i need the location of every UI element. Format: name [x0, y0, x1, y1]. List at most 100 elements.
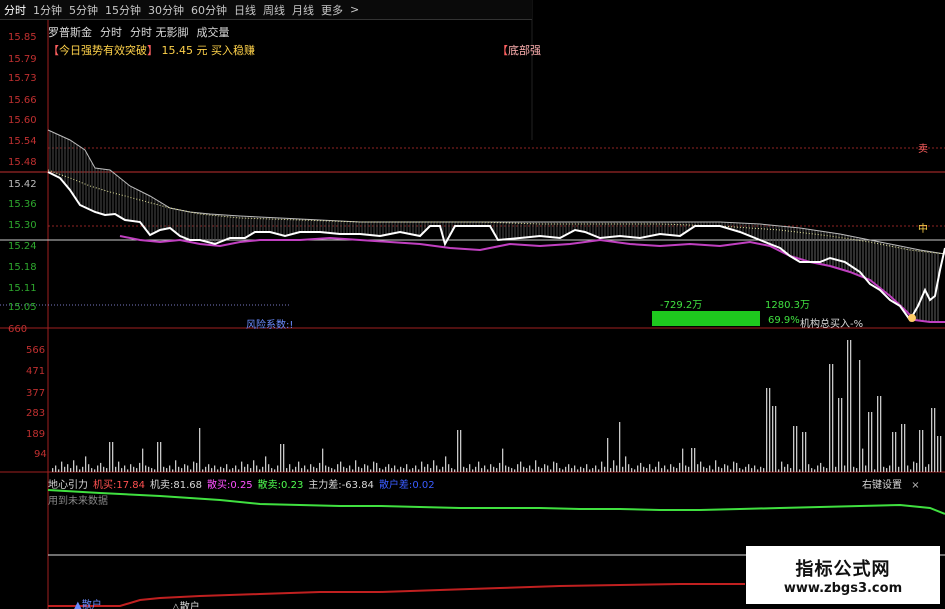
volume-bar [874, 469, 876, 472]
volume-bar [322, 448, 324, 472]
volume-bar [760, 466, 762, 472]
volume-bar [385, 466, 387, 472]
tab-1min[interactable]: 1分钟 [33, 2, 62, 18]
indicator-legend: 地心引力 机买:17.84 机卖:81.68 散买:0.25 散卖:0.23 主… [48, 476, 435, 491]
volume-bar [664, 465, 666, 472]
volume-bar [928, 464, 930, 472]
tab-30min[interactable]: 30分钟 [148, 2, 184, 18]
volume-bar [580, 466, 582, 472]
tab-5min[interactable]: 5分钟 [69, 2, 98, 18]
volume-bar [781, 461, 783, 472]
volume-bar [274, 469, 276, 472]
main-diff-label: 主力差: [308, 480, 342, 491]
volume-bar [589, 469, 591, 472]
subheader-item-volume[interactable]: 成交量 [197, 24, 230, 40]
volume-bar [319, 462, 321, 472]
volume-bar [841, 398, 843, 472]
volume-bar [358, 466, 360, 472]
volume-bar [346, 468, 348, 472]
volume-bar [865, 465, 867, 472]
retail-buy-label: 散买: [207, 480, 231, 491]
volume-bar [763, 468, 765, 472]
volume-bar [175, 460, 177, 472]
volume-bar [700, 461, 702, 472]
volume-bar [796, 426, 798, 472]
tab-monthly[interactable]: 月线 [292, 2, 314, 18]
volume-bar [682, 448, 684, 472]
volume-bar [892, 432, 894, 472]
volume-bar [640, 462, 642, 472]
volume-bar [517, 464, 519, 472]
tab-daily[interactable]: 日线 [234, 2, 256, 18]
volume-bar [577, 469, 579, 472]
volume-bar [85, 456, 87, 472]
volume-bar [298, 461, 300, 472]
volume-bar [838, 398, 840, 472]
volume-bar [559, 468, 561, 472]
volume-bar [58, 469, 60, 472]
volume-bar [226, 464, 228, 472]
volume-bar [181, 468, 183, 472]
subheader-item-indicator[interactable]: 分时 无影脚 [130, 24, 189, 40]
volume-bar [415, 465, 417, 472]
retail-sell-value: 0.23 [281, 480, 304, 491]
tab-15min[interactable]: 15分钟 [105, 2, 141, 18]
volume-bar [613, 460, 615, 472]
volume-bar [769, 388, 771, 472]
volume-bar [340, 461, 342, 472]
volume-bar [373, 461, 375, 472]
future-data-note: 用到未来数据 [48, 496, 108, 507]
indicator-item-inst-sell: 机卖:81.68 [150, 476, 202, 491]
signal-price-text: 15.45 元 买入稳赚 [161, 44, 255, 57]
volume-bar [526, 468, 528, 472]
chevron-right-icon[interactable]: > [350, 3, 359, 16]
inst-sell-value: 81.68 [173, 480, 203, 491]
tab-weekly[interactable]: 周线 [263, 2, 285, 18]
volume-bar [115, 466, 117, 472]
volume-bar [445, 456, 447, 472]
volume-bar [877, 396, 879, 472]
price-tick: 15.73 [8, 73, 37, 84]
volume-bar [325, 465, 327, 472]
tab-more[interactable]: 更多 [321, 2, 343, 18]
volume-bar [406, 464, 408, 472]
volume-bar [364, 464, 366, 472]
volume-bar [556, 462, 558, 472]
volume-bar [133, 466, 135, 472]
buy-signal-marker [908, 314, 916, 322]
volume-bar [490, 464, 492, 472]
volume-bar [493, 466, 495, 472]
volume-bar [652, 469, 654, 472]
right-click-settings[interactable]: 右键设置 [862, 480, 902, 491]
tab-intraday[interactable]: 分时 [4, 2, 26, 18]
volume-bar [817, 465, 819, 472]
volume-bar [916, 462, 918, 472]
bottom-strength-annotation: 【底部强 [497, 42, 541, 58]
volume-bar [679, 462, 681, 472]
close-icon[interactable]: × [911, 480, 919, 491]
retail-diff-label: 散户差: [378, 480, 413, 491]
volume-bar [412, 468, 414, 472]
indicator-item-retail-buy: 散买:0.25 [207, 476, 253, 491]
volume-bar [292, 469, 294, 472]
volume-bar [433, 460, 435, 472]
volume-bar [160, 442, 162, 472]
volume-bar [826, 468, 828, 472]
volume-bar [262, 466, 264, 472]
volume-bar [823, 466, 825, 472]
bracket-close: 】 [147, 44, 158, 57]
volume-bar [934, 408, 936, 472]
subheader-item-intraday[interactable]: 分时 [100, 24, 122, 40]
volume-bar [310, 464, 312, 472]
volume-bar [811, 468, 813, 472]
volume-bar [286, 468, 288, 472]
volume-bar [859, 360, 861, 472]
volume-bar [610, 468, 612, 472]
tab-60min[interactable]: 60分钟 [191, 2, 227, 18]
volume-bar [151, 468, 153, 472]
volume-bar [196, 462, 198, 472]
price-tick: 15.79 [8, 54, 37, 65]
risk-coefficient-label: 风险系数:! [246, 320, 294, 331]
volume-bar [331, 468, 333, 472]
volume-tick: 283 [26, 408, 46, 419]
